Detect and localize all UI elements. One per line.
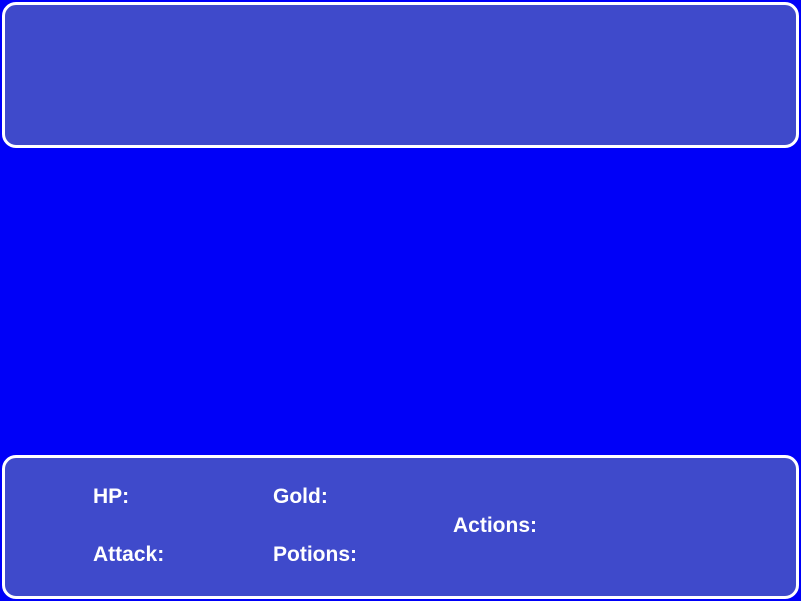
hp-label: HP: [93,485,130,508]
message-panel [2,2,799,148]
gold-label: Gold: [273,485,328,508]
attack-label: Attack: [93,543,165,566]
actions-label: Actions: [453,514,537,537]
status-panel: HP: Attack: Gold: Potions: Actions: [2,455,799,599]
game-screen: HP: Attack: Gold: Potions: Actions: [0,0,801,601]
game-area [0,150,801,454]
potions-label: Potions: [273,543,357,566]
